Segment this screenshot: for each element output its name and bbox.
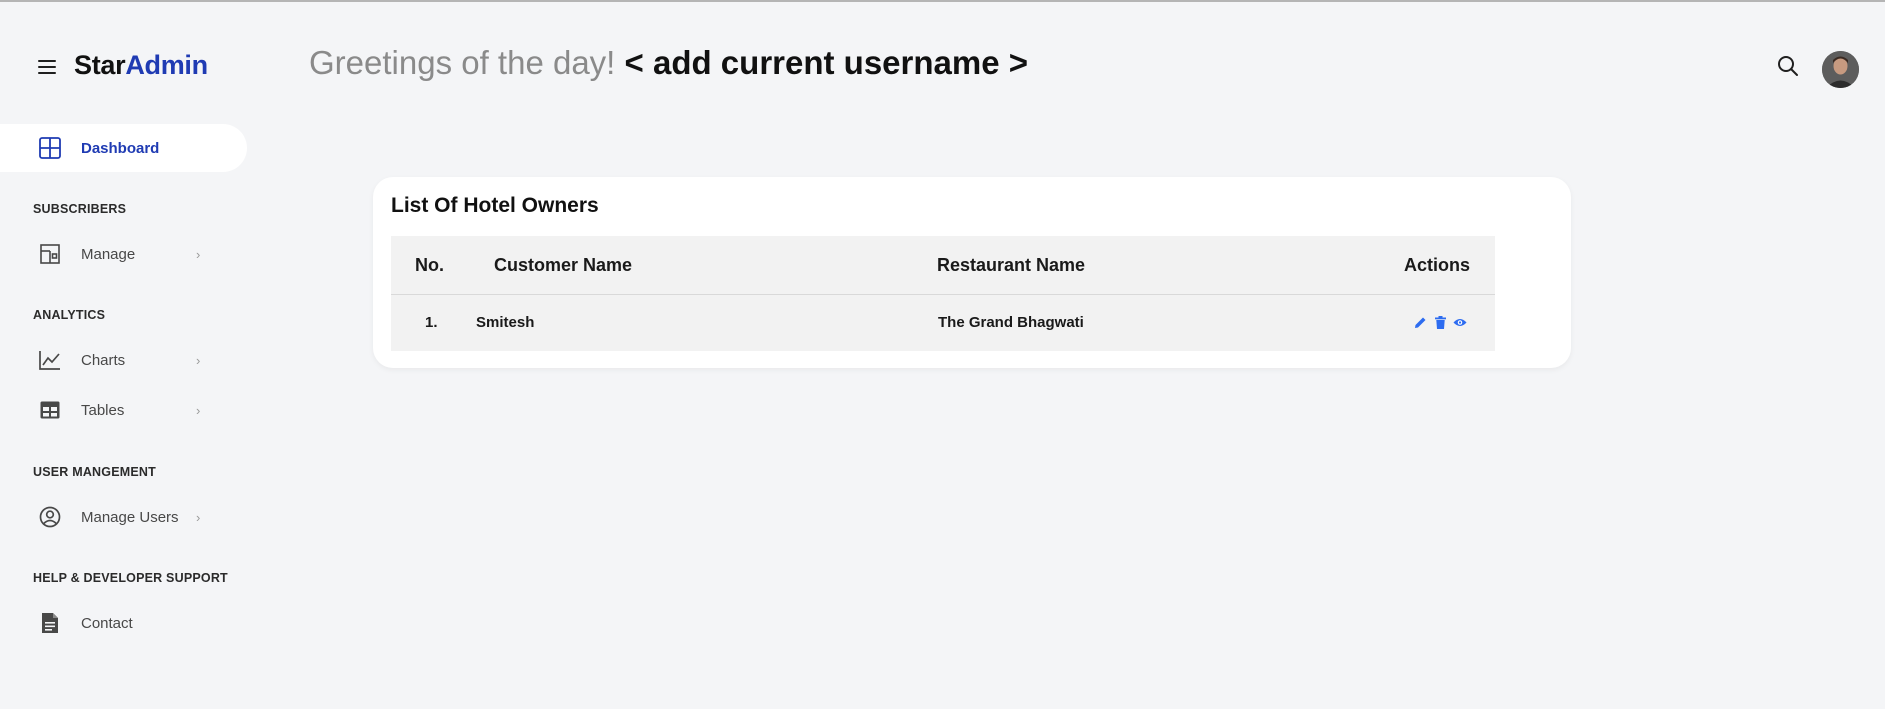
- eye-icon[interactable]: [1453, 315, 1467, 329]
- chevron-right-icon: ›: [196, 402, 201, 418]
- column-header-no: No.: [415, 255, 444, 275]
- brand-logo[interactable]: StarAdmin: [74, 50, 208, 81]
- cell-no: 1.: [425, 314, 438, 331]
- sidebar-item-manage-users[interactable]: Manage Users ›: [0, 493, 247, 541]
- sidebar-item-contact[interactable]: Contact: [0, 599, 247, 647]
- hotel-owners-card: List Of Hotel Owners No. Customer Name R…: [373, 177, 1571, 368]
- pencil-icon[interactable]: [1413, 315, 1427, 329]
- card-title: List Of Hotel Owners: [391, 194, 599, 217]
- table-icon: [38, 398, 62, 422]
- section-title-help: HELP & DEVELOPER SUPPORT: [33, 571, 228, 585]
- page-greeting: Greetings of the day! < add current user…: [309, 44, 1028, 82]
- sidebar-item-tables[interactable]: Tables ›: [0, 386, 247, 434]
- brand-star: Star: [74, 50, 126, 80]
- chart-line-icon: [38, 348, 62, 372]
- column-header-customer-name: Customer Name: [494, 255, 633, 275]
- cell-customer-name: Smitesh: [476, 314, 535, 331]
- sidebar-item-label: Manage Users: [81, 508, 179, 526]
- search-icon[interactable]: [1776, 54, 1800, 78]
- layout-icon: [38, 242, 62, 266]
- cell-restaurant-name: The Grand Bhagwati: [938, 314, 1084, 331]
- table-row: 1. Smitesh The Grand Bhagwati: [391, 295, 1495, 351]
- sidebar-item-label: Manage: [81, 245, 136, 263]
- greeting-username: < add current username >: [624, 44, 1029, 81]
- file-icon: [38, 611, 62, 635]
- trash-icon[interactable]: [1433, 315, 1447, 329]
- section-title-user-management: USER MANGEMENT: [33, 465, 156, 479]
- table-header: No. Customer Name Restaurant Name Action…: [391, 236, 1495, 295]
- section-title-subscribers: SUBSCRIBERS: [33, 202, 127, 216]
- hamburger-icon[interactable]: [38, 60, 56, 74]
- column-header-actions: Actions: [1404, 255, 1471, 275]
- user-circle-icon: [38, 505, 62, 529]
- sidebar-item-label: Tables: [81, 401, 125, 419]
- greeting-text: Greetings of the day!: [309, 44, 616, 81]
- column-header-restaurant-name: Restaurant Name: [937, 255, 1086, 275]
- sidebar-item-dashboard[interactable]: Dashboard: [0, 124, 247, 172]
- chevron-right-icon: ›: [196, 509, 201, 525]
- row-actions: [1413, 315, 1467, 329]
- sidebar-item-charts[interactable]: Charts ›: [0, 336, 247, 384]
- brand-admin: Admin: [125, 50, 208, 80]
- section-title-analytics: ANALYTICS: [33, 308, 106, 322]
- chevron-right-icon: ›: [196, 352, 201, 368]
- hotel-owners-table: No. Customer Name Restaurant Name Action…: [391, 236, 1495, 351]
- chevron-right-icon: ›: [196, 246, 201, 262]
- sidebar-item-label: Dashboard: [81, 139, 160, 157]
- avatar[interactable]: [1822, 51, 1859, 88]
- sidebar-item-manage[interactable]: Manage ›: [0, 230, 247, 278]
- sidebar-item-label: Charts: [81, 351, 126, 369]
- grid-icon: [38, 136, 62, 160]
- sidebar-item-label: Contact: [81, 614, 133, 632]
